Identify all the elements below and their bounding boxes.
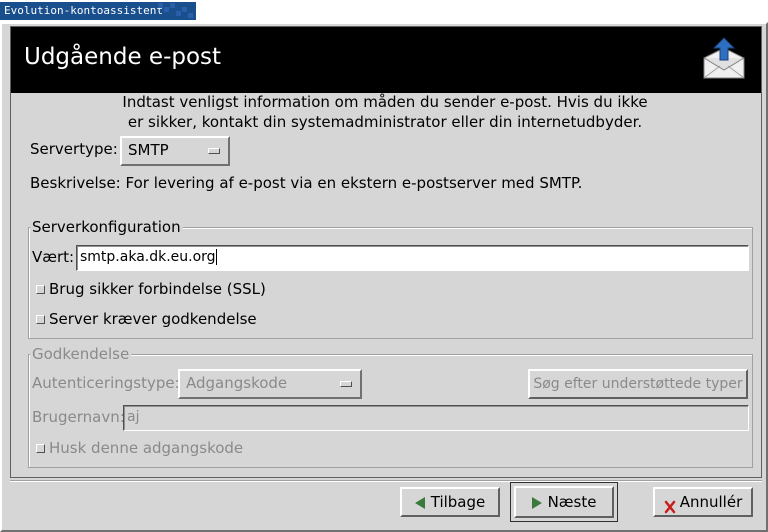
username-value: aj	[127, 409, 140, 425]
host-input[interactable]: smtp.aka.dk.eu.org	[76, 245, 749, 271]
auth-type-select[interactable]: Adgangskode	[178, 369, 362, 399]
option-menu-indicator-icon	[340, 381, 352, 387]
host-value: smtp.aka.dk.eu.org	[80, 249, 216, 265]
back-arrow-icon	[414, 496, 425, 509]
server-type-label: Servertype:	[30, 140, 118, 158]
auth-type-value: Adgangskode	[186, 374, 288, 392]
cancel-icon	[664, 496, 676, 513]
cancel-label: Annullér	[679, 493, 743, 511]
intro-line-1: Indtast venligst information om måden du…	[122, 93, 648, 111]
username-input[interactable]: aj	[123, 405, 749, 431]
host-label: Vært:	[32, 248, 75, 266]
next-button[interactable]: Næste	[514, 486, 614, 518]
option-menu-indicator-icon	[208, 148, 220, 154]
auth-required-checkbox[interactable]	[36, 315, 45, 324]
username-label: Brugernavn:	[32, 408, 125, 426]
server-config-title: Serverkonfiguration	[30, 218, 183, 236]
next-arrow-icon	[531, 496, 542, 509]
server-description: Beskrivelse: For levering af e-post via …	[30, 174, 583, 192]
intro-text: Indtast venligst information om måden du…	[20, 92, 750, 132]
back-button[interactable]: Tilbage	[400, 487, 500, 517]
server-type-select[interactable]: SMTP	[120, 136, 230, 166]
text-cursor	[215, 249, 217, 265]
intro-line-2: er sikker, kontakt din systemadministrat…	[127, 113, 643, 131]
back-label: Tilbage	[430, 493, 486, 511]
ssl-checkbox[interactable]	[36, 285, 45, 294]
server-type-value: SMTP	[128, 141, 169, 159]
outgoing-mail-icon	[700, 36, 748, 82]
auth-required-label[interactable]: Server kræver godkendelse	[49, 310, 257, 328]
ssl-label[interactable]: Brug sikker forbindelse (SSL)	[49, 280, 266, 298]
auth-type-label: Autenticeringstype:	[32, 374, 180, 392]
titlebar-decoration	[158, 2, 198, 20]
button-area-separator	[10, 480, 762, 482]
authentication-title: Godkendelse	[30, 345, 132, 363]
next-label: Næste	[547, 493, 597, 511]
page-title: Udgående e-post	[24, 44, 222, 70]
cancel-button[interactable]: Annullér	[653, 487, 753, 517]
remember-password-checkbox[interactable]	[36, 444, 45, 453]
remember-password-label[interactable]: Husk denne adgangskode	[49, 439, 243, 457]
check-supported-types-button[interactable]: Søg efter understøttede typer	[528, 369, 748, 399]
